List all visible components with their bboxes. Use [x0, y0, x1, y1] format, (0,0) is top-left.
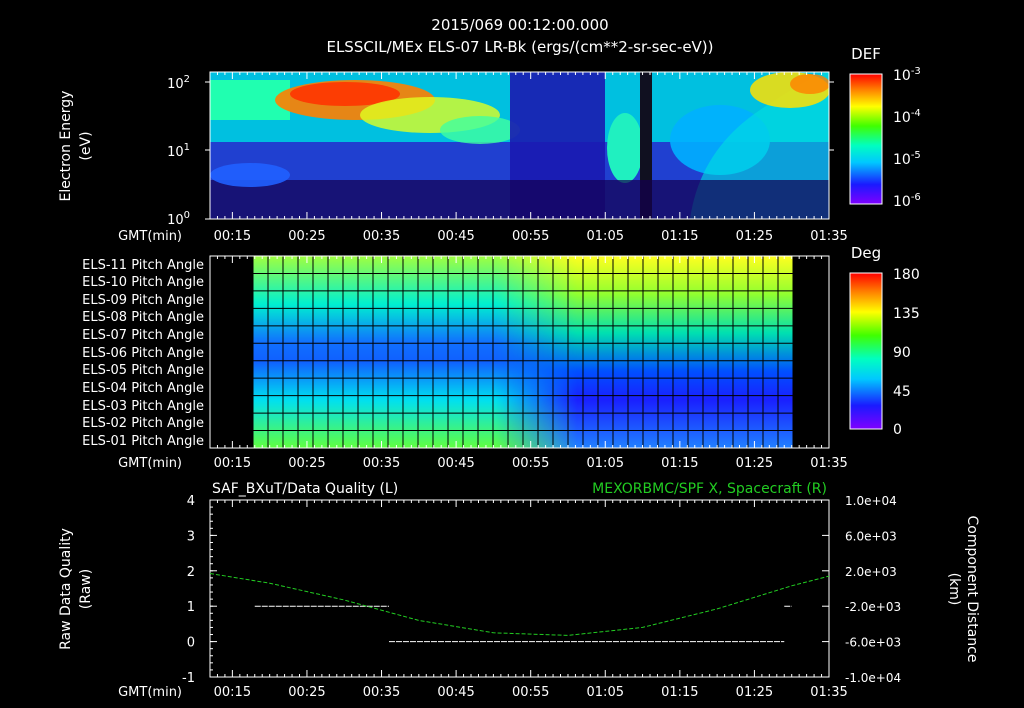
data-quality-tick-label: -1	[182, 671, 195, 686]
deg-colorbar-tick: 0	[893, 422, 902, 438]
def-colorbar-tick: 10-4	[893, 108, 921, 126]
distance-tick-label: 1.0e+04	[845, 494, 897, 508]
time-tick-label: 01:15	[661, 685, 698, 700]
pitch-row-label: ELS-11 Pitch Angle	[82, 258, 204, 273]
time-tick-label: 00:15	[214, 229, 251, 244]
pitch-row-label: ELS-06 Pitch Angle	[82, 346, 204, 361]
data-quality-tick-label: 2	[187, 565, 195, 580]
line-panel-frame	[209, 499, 830, 678]
plot-main-title: ELSSCIL/MEx ELS-07 LR-Bk (ergs/(cm**2-sr…	[326, 38, 713, 56]
time-axis-label: GMT(min)	[118, 229, 182, 244]
distance-tick-label: -2.0e+03	[845, 600, 901, 614]
data-quality-ylabel: Raw Data Quality	[58, 528, 74, 650]
time-tick-label: 01:05	[587, 685, 624, 700]
distance-ylabel: Component Distance	[964, 516, 980, 663]
time-tick-label: 00:25	[288, 229, 325, 244]
time-tick-label: 00:15	[214, 456, 251, 471]
energy-ylabel-units: (eV)	[78, 131, 94, 160]
data-quality-ylabel-units: (Raw)	[78, 569, 94, 609]
deg-colorbar-title: Deg	[851, 244, 881, 262]
deg-colorbar-tick: 180	[893, 267, 920, 283]
pitch-angle-heatmap	[252, 255, 794, 449]
time-tick-label: 01:25	[736, 456, 773, 471]
plot-canvas: 2015/069 00:12:00.000 ELSSCIL/MEx ELS-07…	[58, 16, 980, 700]
time-tick-label: 01:35	[810, 456, 847, 471]
pitch-row-label: ELS-05 Pitch Angle	[82, 363, 204, 378]
deg-colorbar-tick: 135	[893, 306, 920, 322]
data-quality-tick-label: 4	[187, 494, 195, 509]
pitch-row-label: ELS-10 Pitch Angle	[82, 275, 204, 290]
line-time-axis: 00:15 00:25 00:35 00:45 00:55 01:05 01:15 01:25…	[118, 500, 848, 700]
def-colorbar	[849, 73, 883, 205]
pitch-row-labels: ELS-11 Pitch Angle ELS-10 Pitch Angle EL…	[82, 258, 204, 449]
time-tick-label: 00:25	[288, 685, 325, 700]
data-quality-y-axis: 4 3 2 1 0 -1	[182, 494, 217, 686]
energy-spectrogram	[210, 72, 829, 219]
pitch-row-label: ELS-09 Pitch Angle	[82, 293, 204, 308]
pitch-row-label: ELS-04 Pitch Angle	[82, 381, 204, 396]
def-colorbar-tick: 10-5	[893, 150, 921, 168]
time-tick-label: 00:55	[512, 685, 549, 700]
data-quality-tick-label: 3	[187, 529, 195, 544]
time-tick-label: 00:45	[437, 456, 474, 471]
time-tick-label: 00:45	[437, 685, 474, 700]
pitch-row-label: ELS-07 Pitch Angle	[82, 328, 204, 343]
pitch-row-label: ELS-08 Pitch Angle	[82, 310, 204, 325]
time-tick-label: 01:15	[661, 229, 698, 244]
time-tick-label: 01:35	[810, 685, 847, 700]
energy-ytick-label: 101	[167, 142, 190, 160]
distance-y-axis: 1.0e+04 6.0e+03 2.0e+03 -2.0e+03 -6.0e+03 -1.…	[822, 494, 901, 685]
energy-ytick-label: 100	[167, 210, 190, 228]
time-tick-label: 01:25	[736, 229, 773, 244]
def-colorbar-tick: 10-3	[893, 66, 921, 84]
time-tick-label: 01:25	[736, 685, 773, 700]
data-quality-tick-label: 1	[187, 600, 195, 615]
line-series	[209, 573, 830, 643]
time-tick-label: 01:05	[587, 229, 624, 244]
time-tick-label: 00:45	[437, 229, 474, 244]
deg-colorbar-ticks: 180 135 90 45 0	[893, 267, 920, 438]
time-tick-label: 01:35	[810, 229, 847, 244]
time-tick-label: 00:55	[512, 456, 549, 471]
pitch-row-label: ELS-01 Pitch Angle	[82, 434, 204, 449]
distance-ylabel-units: (km)	[946, 573, 962, 606]
spacecraft-x-title: MEXORBMC/SPF X, Spacecraft (R)	[592, 481, 827, 497]
time-tick-label: 01:15	[661, 456, 698, 471]
time-tick-label: 00:35	[363, 456, 400, 471]
time-axis-label: GMT(min)	[118, 685, 182, 700]
pitch-row-label: ELS-03 Pitch Angle	[82, 399, 204, 414]
deg-colorbar-tick: 90	[893, 345, 911, 361]
time-tick-label: 01:05	[587, 456, 624, 471]
def-colorbar-title: DEF	[851, 45, 881, 63]
energy-ytick-label: 102	[167, 74, 190, 92]
distance-tick-label: 2.0e+03	[845, 565, 897, 579]
time-tick-label: 00:25	[288, 456, 325, 471]
time-tick-label: 00:35	[363, 685, 400, 700]
distance-tick-label: -6.0e+03	[845, 636, 901, 650]
pitch-row-label: ELS-02 Pitch Angle	[82, 416, 204, 431]
time-tick-label: 00:15	[214, 685, 251, 700]
def-colorbar-tick: 10-6	[893, 192, 921, 210]
def-colorbar-ticks: 10-3 10-4 10-5 10-6	[893, 66, 921, 210]
deg-colorbar	[849, 272, 883, 430]
time-tick-label: 00:55	[512, 229, 549, 244]
time-axis-label: GMT(min)	[118, 456, 182, 471]
deg-colorbar-tick: 45	[893, 384, 911, 400]
data-quality-tick-label: 0	[187, 636, 195, 651]
plot-time-title: 2015/069 00:12:00.000	[431, 16, 608, 34]
time-tick-label: 00:35	[363, 229, 400, 244]
distance-tick-label: 6.0e+03	[845, 529, 897, 543]
spacecraft-x-line	[209, 573, 830, 636]
data-quality-title: SAF_BXuT/Data Quality (L)	[212, 481, 398, 497]
energy-ylabel: Electron Energy	[58, 91, 74, 202]
distance-tick-label: -1.0e+04	[845, 671, 901, 685]
